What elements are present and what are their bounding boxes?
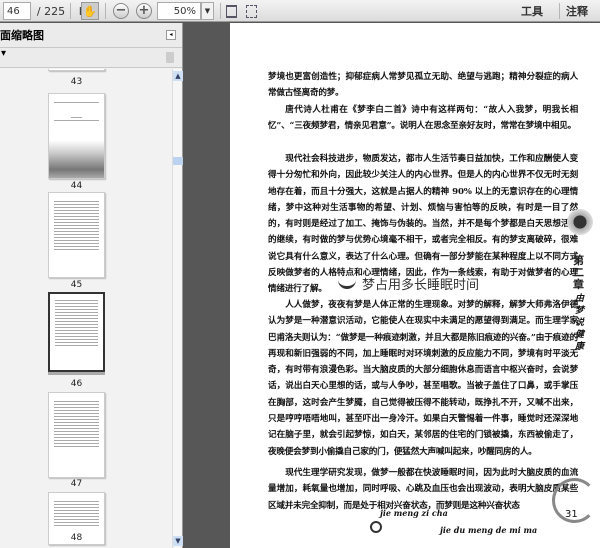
paragraph: 梦境也更富创造性；抑郁症病人常梦见孤立无助、绝望与逃跑；精神分裂症的病人常做古怪…	[268, 72, 578, 99]
thumbnail-page[interactable]	[48, 93, 105, 179]
thumbnail-list: 43 44 45 46 47 48	[0, 69, 172, 548]
flower-decoration-icon	[565, 207, 595, 237]
chapter-label: 第二章	[573, 254, 584, 291]
page-total: / 225	[36, 4, 66, 18]
thumbnail-label: 48	[70, 533, 83, 543]
thumbnail-label: 47	[70, 479, 83, 489]
thumbnail-label: 44	[70, 181, 83, 191]
paragraph: 人人做梦，夜夜有梦是人体正常的生理现象。对梦的解释，解梦大师弗洛伊德认为梦是一种…	[268, 300, 578, 457]
thumbnail-page-selected[interactable]	[48, 292, 105, 372]
minus-icon: −	[113, 3, 129, 19]
options-dropdown[interactable]: ▾	[1, 48, 6, 59]
thumbnail-label: 43	[70, 77, 83, 87]
collapse-panel-button[interactable]: ◂	[166, 30, 176, 40]
fit-width-button[interactable]	[244, 2, 258, 20]
chevron-down-icon: ▼	[204, 7, 211, 15]
trash-icon[interactable]	[166, 52, 174, 63]
comment-menu[interactable]: 注释	[566, 2, 596, 20]
book-icon	[338, 278, 356, 289]
fit-page-button[interactable]	[224, 2, 238, 20]
plus-icon: +	[136, 3, 152, 19]
hand-icon: ✋	[83, 4, 97, 18]
separator	[70, 3, 71, 19]
thumbnail-page[interactable]	[48, 192, 105, 278]
separator	[559, 3, 560, 19]
thumbnail-scrollbar[interactable]: ▲ ▼	[172, 69, 183, 548]
scrollbar-thumb[interactable]	[173, 157, 183, 165]
scroll-down-button[interactable]: ▼	[173, 536, 183, 546]
section-heading-text: 梦占用多长睡眠时间	[362, 278, 480, 293]
running-title: 由梦说健康	[575, 294, 585, 352]
fit-width-icon	[245, 4, 257, 18]
scroll-up-button[interactable]: ▲	[173, 71, 183, 81]
tools-menu[interactable]: 工具	[520, 2, 544, 20]
separator	[220, 3, 221, 19]
zoom-dropdown-button[interactable]: ▼	[201, 2, 214, 20]
paragraph: 现代生理学研究发现，做梦一般都在快波睡眠时间，因为此时大脑皮质的血流量增加，耗氧…	[268, 468, 578, 511]
panel-title: 面缩略图	[0, 29, 44, 42]
page-number: 31	[565, 509, 578, 520]
toolbar: 46 / 225 I↖ ✋ − + 50% ▼ 工具 注释	[0, 0, 600, 22]
zoom-in-button[interactable]: +	[135, 2, 153, 20]
hand-tool-button[interactable]: ✋	[81, 2, 99, 20]
zoom-out-button[interactable]: −	[112, 2, 130, 20]
section-heading: 梦占用多长睡眠时间	[338, 274, 479, 293]
thumbnail-label: 45	[70, 280, 83, 290]
paragraph: 唐代诗人杜甫在《梦李白二首》诗中有这样两句：“故人入我梦，明我长相忆”、“三夜频…	[268, 105, 578, 132]
document-page: 梦境也更富创造性；抑郁症病人常梦见孤立无助、绝望与逃跑；精神分裂症的病人常做古怪…	[230, 23, 600, 548]
pinyin-footer: jie meng zi cha	[380, 508, 448, 518]
thumbnail-panel: 面缩略图 ◂ ▾ 43 44 45 46 47 48 ▲ ▼	[0, 23, 183, 548]
page-number-input[interactable]: 46	[3, 2, 31, 20]
panel-options-bar: ▾	[0, 48, 182, 68]
thumbnail-label: 46	[70, 379, 83, 389]
fit-page-icon	[225, 4, 237, 18]
zoom-input[interactable]: 50%	[157, 2, 201, 20]
thumbnail-page[interactable]	[48, 69, 105, 71]
pinyin-footer: jie du meng de mi ma	[440, 525, 538, 535]
panel-header: 面缩略图 ◂	[0, 23, 182, 48]
spiral-decoration-icon	[370, 521, 382, 533]
separator	[105, 3, 106, 19]
thumbnail-page[interactable]	[48, 392, 105, 478]
